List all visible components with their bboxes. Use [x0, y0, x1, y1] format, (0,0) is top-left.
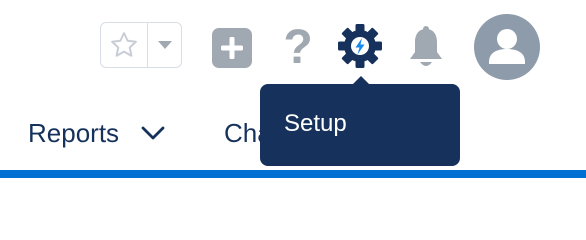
notifications-button[interactable]: [404, 24, 448, 72]
setup-tooltip: Setup: [260, 76, 460, 166]
bell-icon: [410, 26, 442, 66]
gear-icon: [338, 24, 382, 68]
global-header: ?: [0, 0, 586, 97]
chevron-down-icon[interactable]: [141, 126, 165, 140]
favorites-menu-button[interactable]: [148, 23, 181, 67]
chevron-down-icon: [157, 41, 172, 49]
setup-button[interactable]: [336, 22, 384, 70]
avatar-icon: [489, 29, 525, 64]
active-tab-indicator: [0, 170, 586, 178]
star-icon: [111, 32, 137, 57]
tooltip-text: Setup: [284, 110, 347, 137]
plus-icon: [221, 37, 243, 59]
global-actions-button[interactable]: [212, 28, 252, 68]
nav-item-reports[interactable]: Reports: [28, 96, 165, 170]
nav-item-label: Reports: [28, 117, 120, 148]
favorites-button[interactable]: [101, 23, 148, 67]
profile-button[interactable]: [474, 14, 540, 80]
question-mark-icon: ?: [283, 21, 313, 74]
favorites-button-group: [100, 22, 182, 68]
help-button[interactable]: ?: [276, 20, 320, 76]
